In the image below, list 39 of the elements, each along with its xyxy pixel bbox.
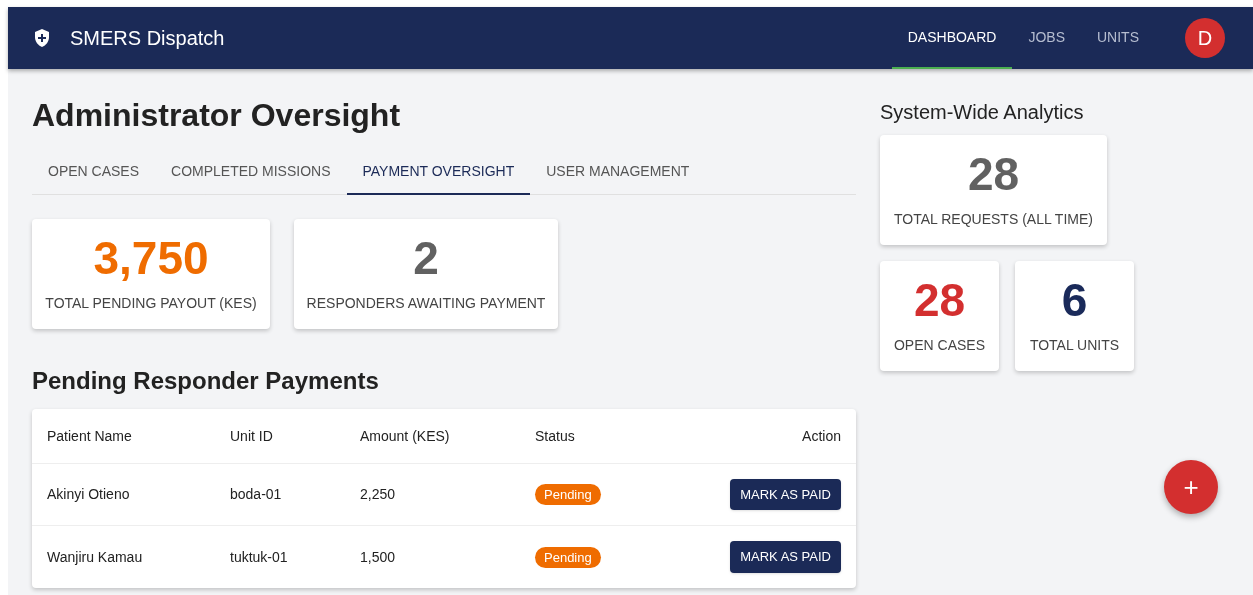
section-title: Pending Responder Payments bbox=[32, 366, 380, 396]
table-cell-text: 2,250 bbox=[360, 485, 397, 504]
status-chip: Pending bbox=[535, 546, 601, 568]
table-cell-text: Wanjiru Kamau bbox=[47, 547, 144, 567]
mark-paid-button[interactable]: MARK AS PAID bbox=[730, 478, 841, 511]
table-cell-text: boda-01 bbox=[230, 485, 283, 504]
stat-value: 28 bbox=[913, 276, 966, 323]
stat-label: OPEN CASES bbox=[894, 335, 985, 355]
avatar[interactable]: D bbox=[1185, 18, 1225, 58]
stat-label: TOTAL UNITS bbox=[1029, 335, 1120, 355]
nav-link[interactable]: JOBS bbox=[1012, 7, 1081, 69]
app-title: SMERS Dispatch bbox=[70, 26, 225, 51]
tab[interactable]: USER MANAGEMENT bbox=[530, 149, 706, 195]
nav-link[interactable]: UNITS bbox=[1081, 7, 1155, 69]
shield-icon bbox=[34, 29, 50, 47]
column-header: Status bbox=[535, 426, 576, 446]
stat-value: 3,750 bbox=[93, 234, 209, 281]
stat-value: 2 bbox=[413, 234, 439, 281]
analytics-title: System-Wide Analytics bbox=[880, 100, 1085, 125]
nav-link[interactable]: DASHBOARD bbox=[891, 7, 1013, 69]
tab[interactable]: PAYMENT OVERSIGHT bbox=[346, 149, 531, 195]
add-button[interactable]: + bbox=[1164, 460, 1218, 514]
column-header: Unit ID bbox=[230, 426, 274, 446]
page-title: Administrator Oversight bbox=[32, 96, 402, 135]
column-header: Amount (KES) bbox=[360, 426, 451, 446]
stat-label: TOTAL REQUESTS (ALL TIME) bbox=[894, 209, 1093, 229]
status-chip: Pending bbox=[535, 484, 601, 505]
stat-value: 6 bbox=[1061, 276, 1088, 323]
tab[interactable]: COMPLETED MISSIONS bbox=[155, 149, 347, 195]
tab[interactable]: OPEN CASES bbox=[32, 149, 156, 195]
stat-label: TOTAL PENDING PAYOUT (KES) bbox=[45, 293, 257, 313]
table-cell-text: Akinyi Otieno bbox=[47, 485, 131, 504]
stat-label: RESPONDERS AWAITING PAYMENT bbox=[306, 293, 546, 313]
column-header: Action bbox=[801, 426, 841, 446]
column-header: Patient Name bbox=[47, 426, 133, 446]
table-cell-text: tuktuk-01 bbox=[230, 547, 289, 567]
table-cell-text: 1,500 bbox=[360, 547, 397, 567]
stat-value: 28 bbox=[967, 150, 1020, 197]
mark-paid-button[interactable]: MARK AS PAID bbox=[730, 541, 841, 573]
